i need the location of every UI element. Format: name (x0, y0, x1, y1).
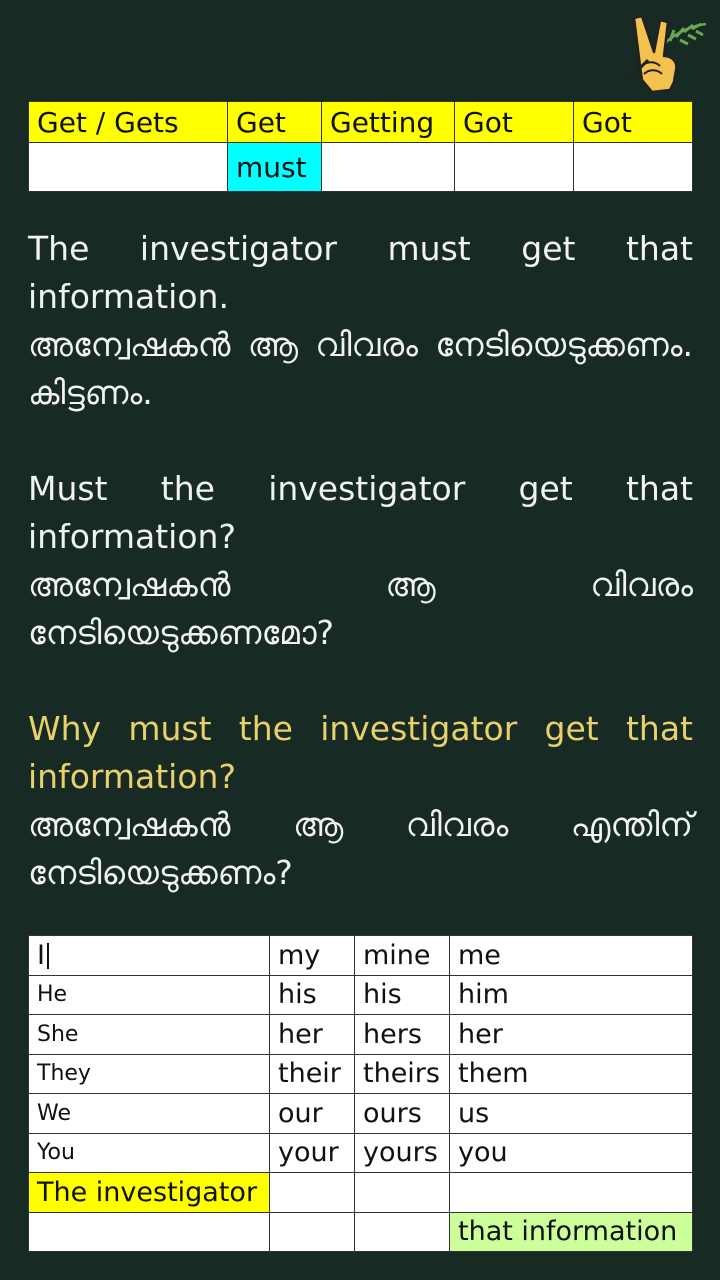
verb-form-cell: Getting (321, 101, 455, 143)
english-question: Why must the investigator get that infor… (28, 709, 693, 796)
pronoun-cell: They (28, 1053, 270, 1094)
pronoun-row: You your yours you (28, 1132, 693, 1173)
pronoun-cell (269, 1172, 355, 1213)
pronoun-cell: her (449, 1014, 693, 1055)
pronoun-cell: me (449, 935, 693, 976)
sentence-block: Must the investigator get that informati… (28, 465, 693, 657)
pronoun-cell (449, 1172, 693, 1213)
pronoun-cell: theirs (354, 1053, 450, 1094)
pronoun-cell: ours (354, 1093, 450, 1134)
pronoun-cell: your (269, 1132, 355, 1173)
pronoun-subject: I (37, 939, 45, 971)
text-cursor (46, 943, 49, 970)
pronoun-cell: We (28, 1093, 270, 1134)
verb-form-cell: Got (454, 101, 574, 143)
verb-form-cell (28, 142, 228, 192)
pronoun-cell: He (28, 974, 270, 1015)
pronoun-cell: hers (354, 1014, 450, 1055)
pronoun-cell: you (449, 1132, 693, 1173)
victory-hand-icon (624, 14, 707, 94)
pronoun-row: that information (28, 1211, 693, 1252)
verb-forms-table: Get / Gets Get Getting Got Got must (28, 101, 693, 192)
pronoun-cell: them (449, 1053, 693, 1094)
pronoun-row: The investigator (28, 1172, 693, 1213)
malayalam-translation: അന്വേഷകൻ ആ വിവരം എന്തിന് നേടിയെടുക്കണം? (28, 805, 693, 892)
pronoun-cell: his (269, 974, 355, 1015)
pronoun-cell (28, 1211, 270, 1252)
modal-cell: must (227, 142, 322, 192)
pronoun-table: I my mine me He his his him She her hers… (28, 935, 693, 1252)
object-highlight-cell: that information (449, 1211, 693, 1252)
pronoun-cell: their (269, 1053, 355, 1094)
pronoun-cell: him (449, 974, 693, 1015)
pronoun-row: She her hers her (28, 1014, 693, 1055)
pronoun-cell (354, 1211, 450, 1252)
pronoun-cell: mine (354, 935, 450, 976)
verb-form-cell (321, 142, 455, 192)
sentence-block: The investigator must get that informati… (28, 225, 693, 417)
pronoun-cell: yours (354, 1132, 450, 1173)
pronoun-cell: She (28, 1014, 270, 1055)
verb-form-cell: Got (573, 101, 693, 143)
verb-form-cell: Get (227, 101, 322, 143)
verb-form-cell: Get / Gets (28, 101, 228, 143)
sentence-block: Why must the investigator get that infor… (28, 705, 693, 897)
english-sentence: Must the investigator get that informati… (28, 469, 693, 556)
verb-forms-header-row: Get / Gets Get Getting Got Got (28, 101, 693, 143)
english-sentence: The investigator must get that informati… (28, 229, 693, 316)
pronoun-cell: You (28, 1132, 270, 1173)
verb-forms-row: must (28, 142, 693, 192)
pronoun-row: We our ours us (28, 1093, 693, 1134)
pronoun-row: He his his him (28, 974, 693, 1015)
malayalam-translation: അന്വേഷകൻ ആ വിവരം നേടിയെടുക്കണം. കിട്ടണം. (28, 325, 693, 412)
pronoun-cell: us (449, 1093, 693, 1134)
pronoun-cell: her (269, 1014, 355, 1055)
pronoun-cell (269, 1211, 355, 1252)
pronoun-cell: our (269, 1093, 355, 1134)
pronoun-row: They their theirs them (28, 1053, 693, 1094)
pronoun-cell: my (269, 935, 355, 976)
malayalam-translation: അന്വേഷകൻ ആ വിവരം നേടിയെടുക്കണമോ? (28, 565, 693, 652)
verb-form-cell (454, 142, 574, 192)
pronoun-cell: I (28, 935, 270, 976)
subject-highlight-cell: The investigator (28, 1172, 270, 1213)
pronoun-cell (354, 1172, 450, 1213)
verb-form-cell (573, 142, 693, 192)
pronoun-cell: his (354, 974, 450, 1015)
pronoun-row: I my mine me (28, 935, 693, 976)
